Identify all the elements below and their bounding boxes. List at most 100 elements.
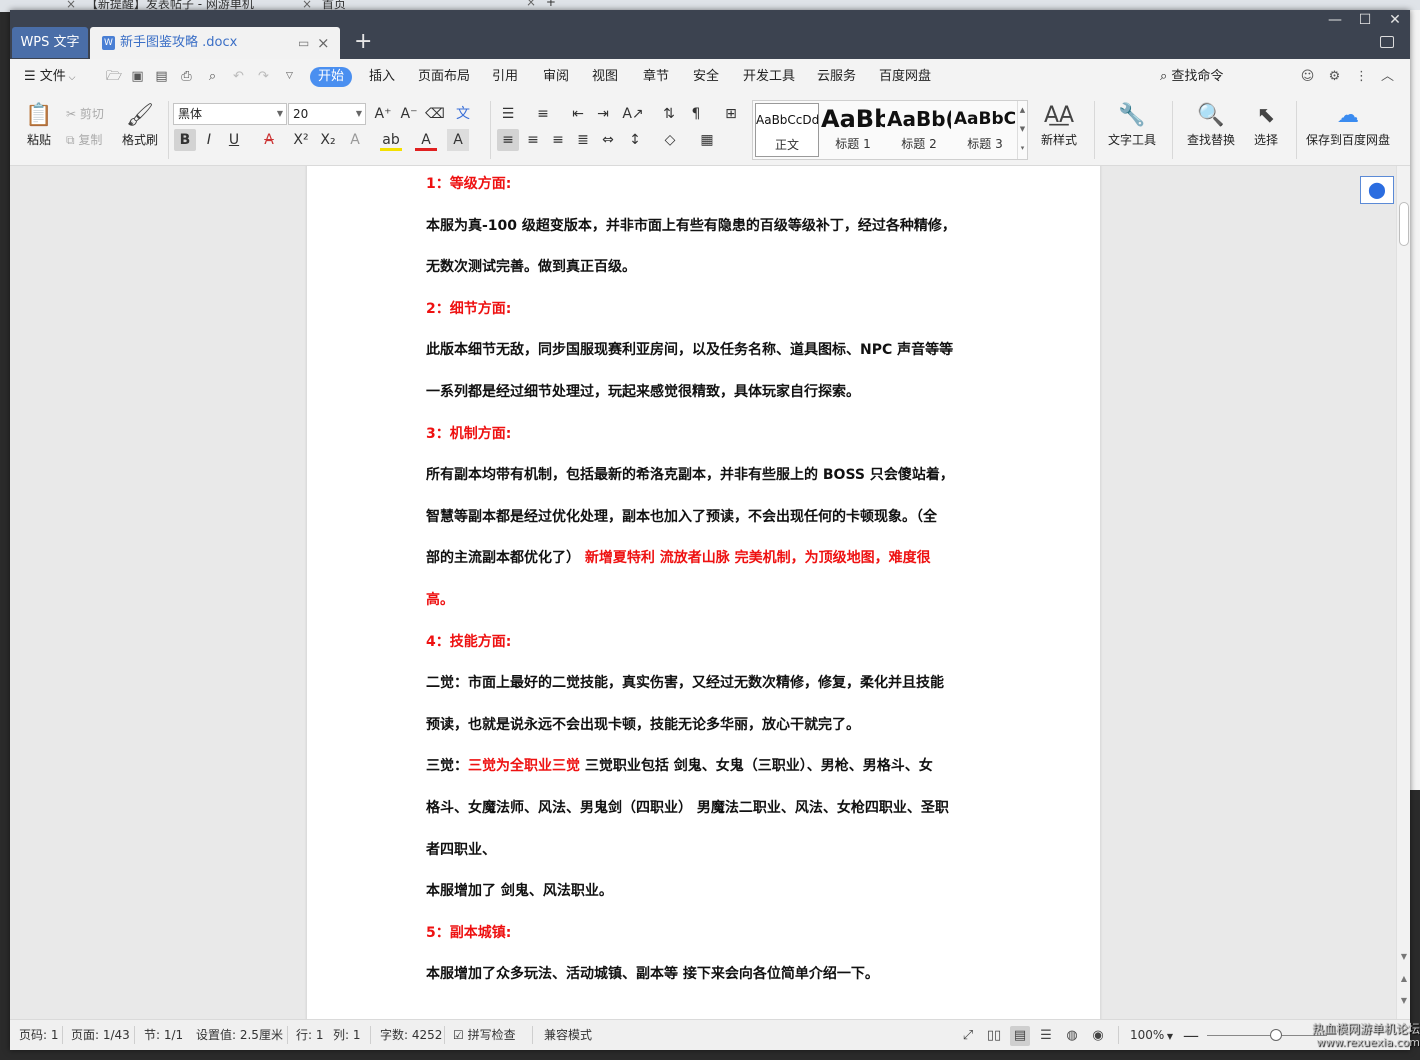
tab-review[interactable]: 审阅: [543, 59, 569, 95]
strikethrough-button[interactable]: A: [258, 129, 280, 151]
page-view-icon[interactable]: ▤: [1010, 1026, 1030, 1046]
tab-insert[interactable]: 插入: [369, 59, 395, 95]
style-heading-1[interactable]: AaBb 标题 1: [821, 103, 885, 157]
spellcheck-button[interactable]: ☑ 拼写检查: [453, 1020, 516, 1050]
pin-icon[interactable]: ▭: [298, 27, 309, 59]
shading-icon[interactable]: ◇: [659, 129, 681, 151]
pinyin-icon[interactable]: 文: [452, 103, 474, 125]
scroll-down-arrow[interactable]: ▼: [1397, 952, 1410, 961]
highlight-icon[interactable]: ab: [380, 129, 402, 151]
file-menu[interactable]: ☰ 文件 ⌵: [24, 59, 76, 95]
section-info[interactable]: 节: 1/1: [144, 1020, 183, 1050]
tab-security[interactable]: 安全: [693, 59, 719, 95]
font-color-icon[interactable]: A: [415, 129, 437, 151]
distribute-icon[interactable]: ⇔: [597, 129, 619, 151]
numbered-list-icon[interactable]: ≡: [532, 103, 554, 125]
text-direction-icon[interactable]: A↗: [622, 103, 644, 125]
copy-button[interactable]: ⧉ 复制: [66, 131, 102, 148]
page-code[interactable]: 页码: 1: [19, 1020, 59, 1050]
maximize-icon[interactable]: ☐: [1350, 10, 1380, 30]
char-shading-icon[interactable]: A: [447, 129, 469, 151]
document-paragraph[interactable]: 此版本细节无敌，同步国服现赛利亚房间，以及任务名称、道具图标、NPC 声音等等: [426, 339, 953, 359]
show-marks-icon[interactable]: ¶: [685, 103, 707, 125]
eye-protect-icon[interactable]: ◉: [1088, 1026, 1108, 1046]
document-paragraph[interactable]: 3：机制方面:: [426, 423, 511, 443]
clear-format-icon[interactable]: ⌫: [424, 103, 446, 125]
sort-icon[interactable]: ⇅: [658, 103, 680, 125]
paste-button[interactable]: 📋 粘贴: [18, 101, 60, 148]
tab-chapter[interactable]: 章节: [643, 59, 669, 95]
document-paragraph[interactable]: 格斗、女魔法师、风法、男鬼剑（四职业） 男魔法二职业、风法、女枪四职业、圣职: [426, 797, 949, 817]
export-pdf-icon[interactable]: ▤: [154, 69, 169, 84]
tab-view[interactable]: 视图: [592, 59, 618, 95]
zoom-level[interactable]: 100% ▼: [1130, 1020, 1173, 1050]
document-tab[interactable]: W 新手图鉴攻略 .docx ▭ ×: [90, 27, 340, 59]
tab-baidu-pan[interactable]: 百度网盘: [879, 59, 931, 95]
save-icon[interactable]: ▣: [130, 69, 145, 84]
superscript-button[interactable]: X²: [290, 129, 312, 151]
text-effect-icon[interactable]: A: [344, 129, 366, 151]
close-icon[interactable]: ×: [526, 0, 536, 9]
font-size-select[interactable]: 20 ▼: [288, 103, 366, 125]
document-paragraph[interactable]: 2：细节方面:: [426, 298, 511, 318]
text-tools-button[interactable]: 🔧 文字工具: [1100, 101, 1164, 148]
subscript-button[interactable]: X₂: [317, 129, 339, 151]
document-paragraph[interactable]: 本服为真-100 级超变版本，并非市面上有些有隐患的百级等级补丁，经过各种精修，: [426, 215, 956, 235]
document-page[interactable]: 1：等级方面: 本服为真-100 级超变版本，并非市面上有些有隐患的百级等级补丁，…: [307, 166, 1100, 1019]
document-paragraph[interactable]: 三觉：三觉为全职业三觉 三觉职业包括 剑鬼、女鬼（三职业）、男枪、男格斗、女: [426, 755, 933, 775]
document-paragraph[interactable]: 部的主流副本都优化了） 新增夏特利 流放者山脉 完美机制，为顶级地图，难度很: [426, 547, 931, 567]
bullet-list-icon[interactable]: ☰: [497, 103, 519, 125]
document-paragraph[interactable]: 1：等级方面:: [426, 173, 511, 193]
find-command[interactable]: ⌕ 查找命令: [1160, 59, 1223, 95]
customize-icon[interactable]: ▽: [282, 69, 297, 84]
chat-icon[interactable]: ☺: [1300, 69, 1315, 84]
align-left-icon[interactable]: ≡: [497, 129, 519, 151]
location-pin-icon[interactable]: ⬤: [1360, 176, 1394, 204]
outline-view-icon[interactable]: ☰: [1036, 1026, 1056, 1046]
save-baidu-button[interactable]: ☁ 保存到百度网盘: [1302, 101, 1394, 148]
font-name-select[interactable]: 黑体 ▼: [173, 103, 287, 125]
collapse-ribbon-icon[interactable]: ︿: [1380, 69, 1395, 84]
col-info[interactable]: 列: 1: [333, 1020, 361, 1050]
next-page-icon[interactable]: ▼: [1397, 996, 1410, 1005]
line-spacing-icon[interactable]: ↕: [624, 129, 646, 151]
tab-developer[interactable]: 开发工具: [743, 59, 795, 95]
borders-icon[interactable]: ▦: [696, 129, 718, 151]
document-paragraph[interactable]: 智慧等副本都是经过优化处理，副本也加入了预读，不会出现任何的卡顿现象。（全: [426, 506, 937, 526]
format-painter-button[interactable]: 🖌 格式刷: [116, 101, 164, 148]
document-paragraph[interactable]: 者四职业、: [426, 839, 496, 859]
fullscreen-icon[interactable]: ⤢: [958, 1026, 978, 1046]
align-right-icon[interactable]: ≡: [547, 129, 569, 151]
read-mode-icon[interactable]: ▯▯: [984, 1026, 1004, 1046]
align-center-icon[interactable]: ≡: [522, 129, 544, 151]
document-paragraph[interactable]: 高。: [426, 589, 454, 609]
select-button[interactable]: ⬉ 选择: [1246, 101, 1286, 148]
table-layout-icon[interactable]: ⊞: [720, 103, 742, 125]
undo-icon[interactable]: ↶: [231, 69, 246, 84]
bold-button[interactable]: B: [174, 129, 196, 151]
vertical-scrollbar[interactable]: ▼ ▲ ▼: [1396, 166, 1410, 1019]
document-paragraph[interactable]: 所有副本均带有机制，包括最新的希洛克副本，并非有些服上的 BOSS 只会傻站着，: [426, 464, 954, 484]
zoom-slider-knob[interactable]: [1270, 1029, 1282, 1041]
prev-page-icon[interactable]: ▲: [1397, 974, 1410, 983]
tab-home[interactable]: 开始: [310, 67, 352, 87]
document-paragraph[interactable]: 5：副本城镇:: [426, 922, 511, 942]
document-paragraph[interactable]: 本服增加了 剑鬼、风法职业。: [426, 880, 613, 900]
redo-icon[interactable]: ↷: [256, 69, 271, 84]
tab-page-layout[interactable]: 页面布局: [418, 59, 470, 95]
justify-icon[interactable]: ≣: [572, 129, 594, 151]
decrease-indent-icon[interactable]: ⇤: [567, 103, 589, 125]
document-paragraph[interactable]: 本服增加了众多玩法、活动城镇、副本等 接下来会向各位简单介绍一下。: [426, 963, 879, 983]
document-paragraph[interactable]: 一系列都是经过细节处理过，玩起来感觉很精致，具体玩家自行探索。: [426, 381, 860, 401]
document-paragraph[interactable]: 无数次测试完善。做到真正百级。: [426, 256, 636, 276]
more-icon[interactable]: ⋮: [1354, 69, 1369, 84]
wps-app-tab[interactable]: WPS 文字: [12, 27, 88, 58]
side-panel-icon[interactable]: [1380, 36, 1394, 48]
new-style-button[interactable]: A͟A 新样式: [1032, 101, 1086, 148]
find-replace-button[interactable]: 🔍 查找替换: [1180, 101, 1242, 148]
increase-indent-icon[interactable]: ⇥: [592, 103, 614, 125]
tab-references[interactable]: 引用: [492, 59, 518, 95]
style-gallery-scroll[interactable]: ▲ ▼ ▾: [1017, 101, 1027, 159]
tab-cloud[interactable]: 云服务: [817, 59, 856, 95]
new-tab-icon[interactable]: +: [546, 0, 556, 9]
